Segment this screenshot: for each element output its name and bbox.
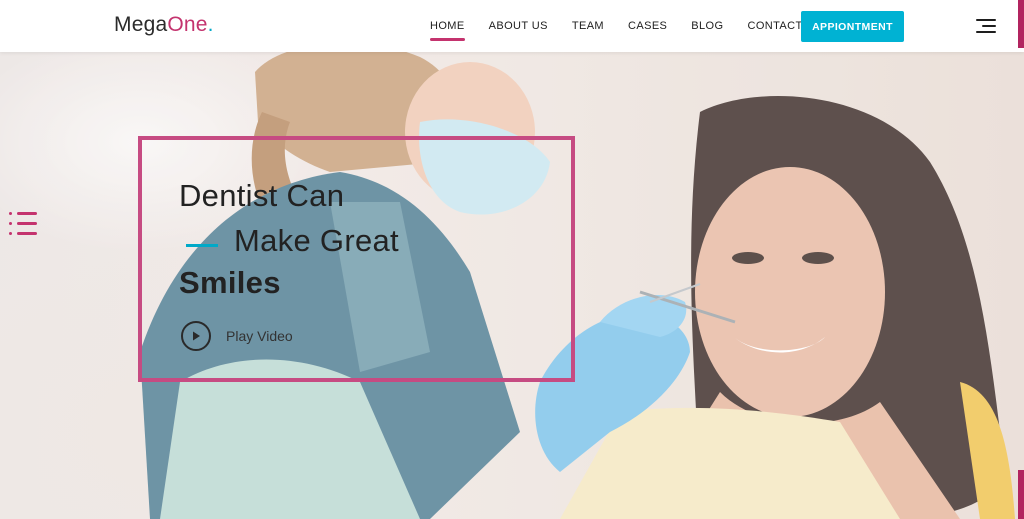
logo-dot: . <box>207 13 214 36</box>
play-video-label: Play Video <box>226 328 293 344</box>
page-edge-accent <box>1018 470 1024 519</box>
hero-accent-line <box>186 244 218 247</box>
hero-headline-line3: Smiles <box>179 265 281 300</box>
main-nav: HOME ABOUT US TEAM CASES BLOG CONTACT <box>430 0 827 52</box>
hero-headline-line2: Make Great <box>234 223 399 258</box>
nav-item-cases[interactable]: CASES <box>628 20 667 32</box>
logo[interactable]: MegaOne. <box>114 13 214 37</box>
hero-headline-line1: Dentist Can <box>179 178 345 213</box>
page-edge-accent <box>1018 0 1024 48</box>
play-video-button[interactable]: Play Video <box>181 321 293 351</box>
nav-item-about-us[interactable]: ABOUT US <box>489 20 548 32</box>
appointment-button[interactable]: APPIONTMENT <box>801 11 904 42</box>
nav-item-contact[interactable]: CONTACT <box>747 20 802 32</box>
nav-item-team[interactable]: TEAM <box>572 20 604 32</box>
hamburger-menu-icon[interactable] <box>976 19 996 35</box>
play-icon[interactable] <box>181 321 211 351</box>
logo-text-part2: One <box>167 13 208 36</box>
nav-item-blog[interactable]: BLOG <box>691 20 723 32</box>
logo-text-part1: Mega <box>114 13 168 36</box>
nav-item-home[interactable]: HOME <box>430 20 465 41</box>
navbar: MegaOne. HOME ABOUT US TEAM CASES BLOG C… <box>0 0 1024 52</box>
list-menu-icon[interactable] <box>9 212 39 242</box>
